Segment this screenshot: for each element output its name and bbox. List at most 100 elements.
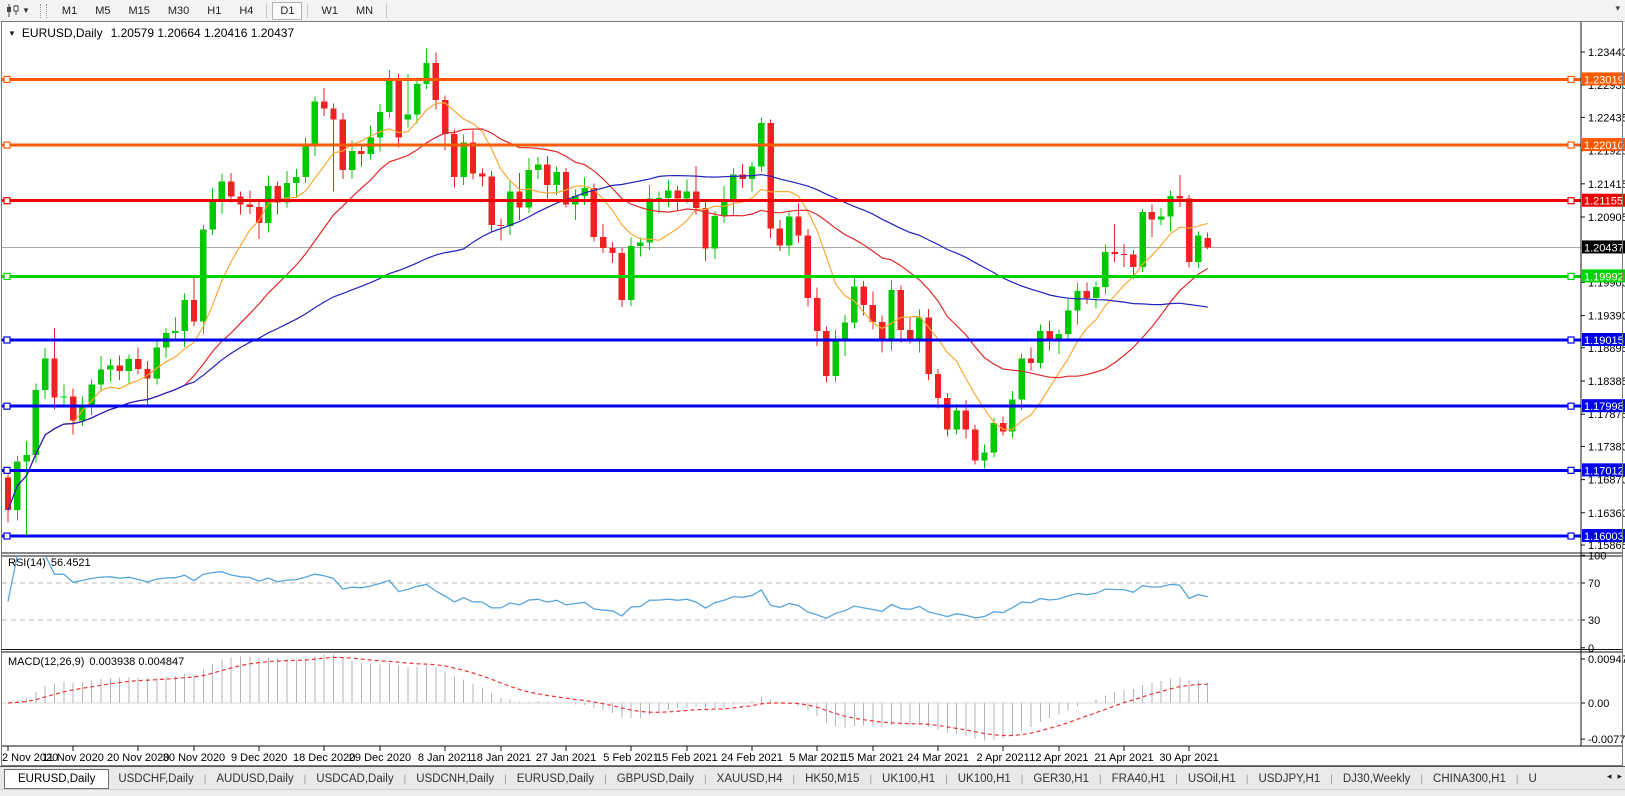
chart-tab[interactable]: UK100,H1 bbox=[949, 770, 1020, 788]
line-handle[interactable] bbox=[4, 76, 10, 82]
candle bbox=[182, 300, 188, 331]
candle bbox=[1112, 252, 1118, 254]
chart-tab[interactable]: DJ30,Weekly bbox=[1334, 770, 1420, 788]
chart-tab[interactable]: EURUSD,Daily bbox=[508, 770, 603, 788]
chart-tab[interactable]: HK50,M15 bbox=[796, 770, 868, 788]
line-handle[interactable] bbox=[1568, 403, 1574, 409]
candle bbox=[712, 216, 718, 249]
line-handle[interactable] bbox=[1568, 142, 1574, 148]
line-handle[interactable] bbox=[4, 273, 10, 279]
line-handle[interactable] bbox=[1568, 76, 1574, 82]
price-tick-label: 1.16360 bbox=[1588, 508, 1625, 520]
date-label: 15 Mar 2021 bbox=[842, 752, 904, 764]
candle bbox=[507, 191, 513, 225]
candle bbox=[1093, 287, 1099, 298]
candle bbox=[377, 112, 383, 137]
price-axis[interactable]: 1.234401.229301.224351.219251.214151.209… bbox=[1581, 47, 1625, 746]
candle bbox=[312, 101, 318, 145]
candle bbox=[600, 237, 606, 248]
macd-axis-label: 0.00 bbox=[1588, 698, 1609, 710]
chart-tab[interactable]: USDCHF,Daily bbox=[109, 770, 202, 788]
line-handle[interactable] bbox=[4, 467, 10, 473]
chart-tab[interactable]: USDCNH,Daily bbox=[407, 770, 503, 788]
chart-symbol-label: EURUSD,Daily bbox=[22, 26, 103, 40]
candle bbox=[61, 396, 67, 397]
date-axis[interactable]: 2 Nov 202011 Nov 202020 Nov 202030 Nov 2… bbox=[2, 746, 1219, 764]
collapse-icon[interactable]: ▼ bbox=[8, 29, 16, 38]
line-handle[interactable] bbox=[1568, 198, 1574, 204]
candle bbox=[1149, 212, 1155, 219]
candle bbox=[172, 331, 178, 333]
chart-tab[interactable]: XAUUSD,H4 bbox=[708, 770, 792, 788]
date-label: 21 Apr 2021 bbox=[1094, 752, 1153, 764]
chart-tab[interactable]: UK100,H1 bbox=[873, 770, 944, 788]
price-line-label: 1.17012 bbox=[1584, 465, 1624, 477]
candle bbox=[665, 191, 671, 198]
candle bbox=[470, 142, 476, 173]
candle bbox=[405, 114, 411, 119]
candle bbox=[126, 359, 132, 371]
candle bbox=[544, 165, 550, 185]
line-handle[interactable] bbox=[4, 198, 10, 204]
line-handle[interactable] bbox=[1568, 337, 1574, 343]
candle bbox=[293, 177, 299, 183]
chart-tab[interactable]: U bbox=[1520, 770, 1546, 788]
date-label: 24 Feb 2021 bbox=[721, 752, 783, 764]
date-label: 12 Apr 2021 bbox=[1029, 752, 1088, 764]
tab-scroll-right-icon[interactable]: ▸ bbox=[1617, 771, 1622, 782]
chart-tabs: EURUSD,DailyUSDCHF,Daily|AUDUSD,Daily|US… bbox=[4, 768, 1588, 790]
candle bbox=[98, 370, 104, 385]
status-strip bbox=[0, 789, 1625, 796]
date-label: 5 Mar 2021 bbox=[789, 752, 845, 764]
chart-tab[interactable]: GER30,H1 bbox=[1024, 770, 1098, 788]
candle bbox=[70, 396, 76, 420]
chart-tab[interactable]: FRA40,H1 bbox=[1103, 770, 1175, 788]
rsi-panel bbox=[2, 555, 1581, 620]
line-handle[interactable] bbox=[4, 533, 10, 539]
candle bbox=[349, 151, 355, 170]
price-tick-label: 1.21415 bbox=[1588, 179, 1625, 191]
price-line-label: 1.19015 bbox=[1584, 335, 1624, 347]
chart-canvas[interactable]: 1.234401.229301.224351.219251.214151.209… bbox=[0, 0, 1625, 796]
chart-tab[interactable]: GBPUSD,Daily bbox=[608, 770, 703, 788]
rsi-axis-label: 0 bbox=[1588, 643, 1594, 655]
candle bbox=[888, 290, 894, 341]
candle bbox=[451, 134, 457, 177]
main-price-panel bbox=[2, 49, 1581, 539]
chart-tab[interactable]: AUDUSD,Daily bbox=[207, 770, 302, 788]
candle bbox=[1102, 252, 1108, 287]
line-handle[interactable] bbox=[4, 142, 10, 148]
macd-axis-label: 0.009478 bbox=[1588, 654, 1625, 666]
candle bbox=[1074, 291, 1080, 311]
chart-tab[interactable]: USDCAD,Daily bbox=[307, 770, 402, 788]
date-label: 30 Apr 2021 bbox=[1159, 752, 1218, 764]
chart-tab[interactable]: USDJPY,H1 bbox=[1249, 770, 1329, 788]
candle bbox=[786, 217, 792, 246]
candle bbox=[116, 366, 122, 371]
macd-indicator-label: MACD(12,26,9) 0.003938 0.004847 bbox=[8, 656, 184, 668]
candle bbox=[1158, 217, 1164, 220]
price-tick-label: 1.20905 bbox=[1588, 212, 1625, 224]
candle bbox=[953, 411, 959, 430]
line-handle[interactable] bbox=[1568, 467, 1574, 473]
chart-ohlc-quote: 1.20579 1.20664 1.20416 1.20437 bbox=[111, 26, 295, 40]
candle bbox=[1167, 196, 1173, 217]
candle bbox=[135, 359, 141, 369]
chart-tab[interactable]: USOil,H1 bbox=[1179, 770, 1245, 788]
moving-average-8 bbox=[8, 103, 1208, 510]
date-label: 30 Nov 2020 bbox=[163, 752, 225, 764]
line-handle[interactable] bbox=[1568, 533, 1574, 539]
candle bbox=[860, 286, 866, 305]
candle bbox=[247, 204, 253, 207]
date-label: 24 Mar 2021 bbox=[907, 752, 969, 764]
chart-tab[interactable]: EURUSD,Daily bbox=[4, 769, 109, 789]
candle bbox=[414, 84, 420, 115]
candle bbox=[1205, 238, 1211, 247]
line-handle[interactable] bbox=[4, 403, 10, 409]
candle bbox=[1139, 212, 1145, 267]
tab-scroll-left-icon[interactable]: ◂ bbox=[1607, 771, 1612, 782]
date-label: 2 Apr 2021 bbox=[976, 752, 1029, 764]
line-handle[interactable] bbox=[4, 337, 10, 343]
line-handle[interactable] bbox=[1568, 273, 1574, 279]
chart-tab[interactable]: CHINA300,H1 bbox=[1424, 770, 1515, 788]
